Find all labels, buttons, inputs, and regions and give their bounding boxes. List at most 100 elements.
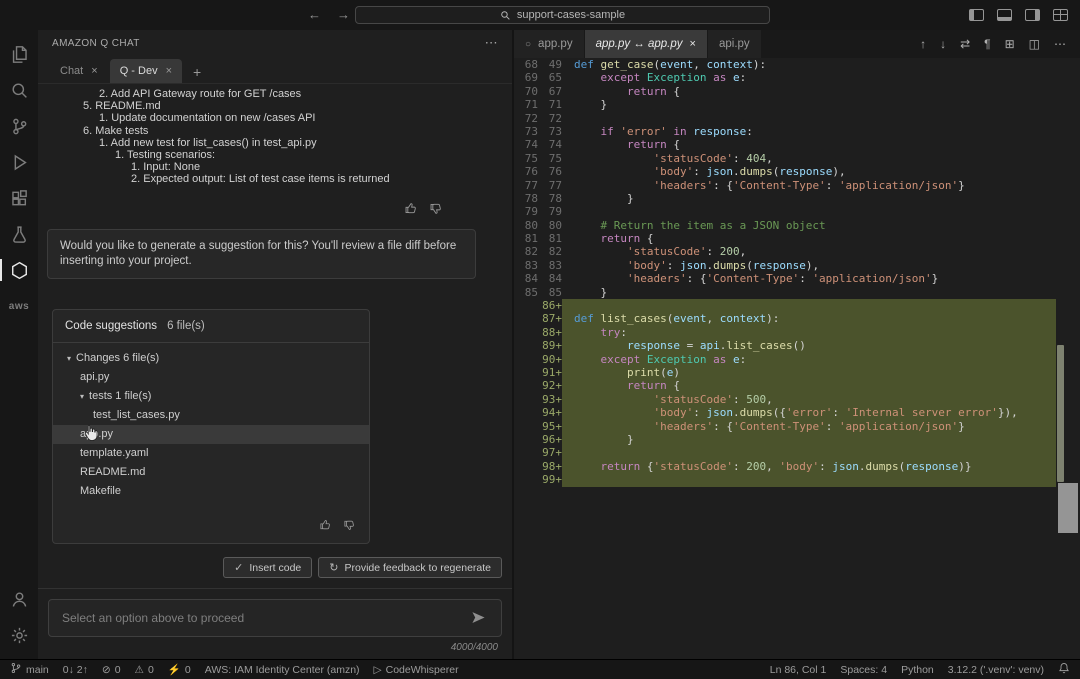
code-line[interactable]: 75 75 'statusCode': 404,: [514, 152, 1080, 165]
status-item[interactable]: 0↓ 2↑: [63, 664, 88, 676]
editor-action-pilcrow-icon[interactable]: ¶: [984, 37, 990, 51]
thumbs-up-icon[interactable]: [404, 202, 417, 215]
code-line[interactable]: 71 71 }: [514, 98, 1080, 111]
chat-message-area[interactable]: 2. Add API Gateway route for GET /cases 5…: [38, 84, 512, 548]
code-line[interactable]: 92+ return {: [514, 379, 1080, 393]
code-line[interactable]: 95+ 'headers': {'Content-Type': 'applica…: [514, 419, 1080, 433]
editor-action-more-icon[interactable]: ⋯: [1054, 37, 1066, 51]
thumbs-up-icon[interactable]: [319, 519, 331, 531]
activity-aws-toolkit[interactable]: aws: [0, 288, 38, 324]
chat-input[interactable]: [48, 599, 502, 637]
toggle-panel-icon[interactable]: [997, 9, 1012, 21]
code-line[interactable]: 97+: [514, 446, 1080, 460]
new-chat-tab-button[interactable]: +: [184, 64, 210, 83]
code-line[interactable]: 93+ 'statusCode': 500,: [514, 392, 1080, 407]
code-line[interactable]: 76 76 'body': json.dumps(response),: [514, 165, 1080, 178]
search-icon: [501, 10, 510, 20]
code-line[interactable]: 84 84 'headers': {'Content-Type': 'applic…: [514, 272, 1080, 285]
editor-action-swap-icon[interactable]: ⇄: [960, 37, 970, 51]
editor-action-split-editor-icon[interactable]: ◫: [1029, 37, 1040, 51]
code-line[interactable]: 78 78 }: [514, 192, 1080, 205]
insert-code-button[interactable]: ✓ Insert code: [223, 557, 313, 578]
code-line[interactable]: 98+ return {'statusCode': 200, 'body': j…: [514, 459, 1080, 474]
suggestion-tree-item[interactable]: ▾ Changes 6 file(s): [53, 349, 369, 368]
editor-action-arrow-up-icon[interactable]: ↑: [920, 37, 926, 51]
command-center-search[interactable]: support-cases-sample: [355, 6, 770, 24]
code-line[interactable]: 74 74 return {: [514, 138, 1080, 151]
code-line[interactable]: 90+ except Exception as e:: [514, 352, 1080, 366]
activity-source-control[interactable]: [0, 108, 38, 144]
code-line[interactable]: 87+ def list_cases(event, context):: [514, 312, 1080, 326]
line-number-old: 68: [524, 58, 538, 71]
suggestion-tree-item[interactable]: ▾ tests 1 file(s): [53, 387, 369, 406]
status-item[interactable]: ⊘ 0: [102, 664, 121, 676]
toggle-sidebar-icon[interactable]: [969, 9, 984, 21]
suggestion-tree-item[interactable]: api.py: [53, 368, 369, 387]
code-line[interactable]: 99+: [514, 473, 1080, 487]
code-line[interactable]: 82 82 'statusCode': 200,: [514, 245, 1080, 258]
back-icon[interactable]: ←: [308, 7, 321, 22]
code-line[interactable]: 80 80 # Return the item as a JSON object: [514, 219, 1080, 232]
thumbs-down-icon[interactable]: [429, 202, 442, 215]
status-item[interactable]: ▷ CodeWhisperer: [374, 664, 459, 676]
editor-tab[interactable]: api.py: [707, 30, 762, 58]
code-line[interactable]: 69 65 except Exception as e:: [514, 71, 1080, 84]
more-actions-icon[interactable]: ⋯: [485, 35, 498, 51]
code-line[interactable]: 73 73 if 'error' in response:: [514, 125, 1080, 138]
regenerate-button[interactable]: ↻ Provide feedback to regenerate: [318, 557, 502, 578]
code-line[interactable]: 68 49 def get_case(event, context):: [514, 58, 1080, 71]
activity-test-beaker[interactable]: [0, 216, 38, 252]
chat-actions: ✓ Insert code ↻ Provide feedback to rege…: [38, 548, 512, 588]
status-item[interactable]: 3.12.2 ('.venv': venv): [948, 662, 1044, 677]
activity-run-debug[interactable]: [0, 144, 38, 180]
suggestion-tree-item[interactable]: template.yaml: [53, 444, 369, 463]
toggle-secondary-sidebar-icon[interactable]: [1025, 9, 1040, 21]
chat-tab-q-dev[interactable]: Q - Dev ×: [109, 59, 183, 83]
activity-extensions[interactable]: [0, 180, 38, 216]
editor-tab[interactable]: app.py ↔ app.py ×: [584, 30, 708, 58]
diff-editor[interactable]: 68 49 def get_case(event, context): 69 65 ex…: [514, 58, 1080, 659]
activity-explorer[interactable]: [0, 36, 38, 72]
editor-action-grid-icon[interactable]: ⊞: [1005, 37, 1015, 51]
code-line[interactable]: 81 81 return {: [514, 232, 1080, 245]
activity-settings-gear[interactable]: [0, 617, 38, 653]
editor-tab[interactable]: ○ app.py: [514, 30, 585, 58]
status-item[interactable]: main: [10, 662, 49, 677]
activity-search[interactable]: [0, 72, 38, 108]
code-line[interactable]: 96+ }: [514, 432, 1080, 447]
status-item[interactable]: Ln 86, Col 1: [770, 662, 827, 677]
suggestion-tree-item[interactable]: Makefile: [53, 482, 369, 501]
close-icon[interactable]: ×: [690, 38, 696, 50]
status-item[interactable]: AWS: IAM Identity Center (amzn): [205, 664, 360, 676]
status-item[interactable]: [1058, 662, 1070, 677]
close-icon[interactable]: ×: [166, 65, 172, 77]
close-icon[interactable]: ×: [91, 65, 97, 77]
thumbs-down-icon[interactable]: [343, 519, 355, 531]
suggestion-tree-item[interactable]: README.md: [53, 463, 369, 482]
scrollbar-thumb[interactable]: [1058, 483, 1078, 533]
code-line[interactable]: 94+ 'body': json.dumps({'error': 'Intern…: [514, 406, 1080, 420]
activity-amazon-q-hexagon[interactable]: [0, 252, 38, 288]
suggestion-tree-item[interactable]: test_list_cases.py: [53, 406, 369, 425]
code-line[interactable]: 89+ response = api.list_cases(): [514, 339, 1080, 353]
status-item[interactable]: ⚠ 0: [135, 664, 154, 676]
code-line[interactable]: 79 79: [514, 205, 1080, 218]
suggestion-tree-item[interactable]: app.py: [53, 424, 369, 444]
code-line[interactable]: 85 85 }: [514, 286, 1080, 299]
code-line[interactable]: 70 67 return {: [514, 85, 1080, 98]
activity-account[interactable]: [0, 581, 38, 617]
code-line[interactable]: 83 83 'body': json.dumps(response),: [514, 259, 1080, 272]
code-line[interactable]: 88+ try:: [514, 325, 1080, 340]
status-item[interactable]: Spaces: 4: [840, 662, 887, 677]
send-icon[interactable]: [471, 610, 486, 630]
code-line[interactable]: 86+: [514, 299, 1080, 313]
editor-action-arrow-down-icon[interactable]: ↓: [940, 37, 946, 51]
status-item[interactable]: Python: [901, 662, 934, 677]
forward-icon[interactable]: →: [337, 7, 350, 22]
code-line[interactable]: 72 72: [514, 112, 1080, 125]
customize-layout-icon[interactable]: [1053, 9, 1068, 21]
status-item[interactable]: ⚡ 0: [168, 663, 191, 677]
code-line[interactable]: 91+ print(e): [514, 365, 1080, 380]
code-line[interactable]: 77 77 'headers': {'Content-Type': 'applic…: [514, 179, 1080, 192]
chat-tab-chat[interactable]: Chat ×: [50, 59, 108, 83]
